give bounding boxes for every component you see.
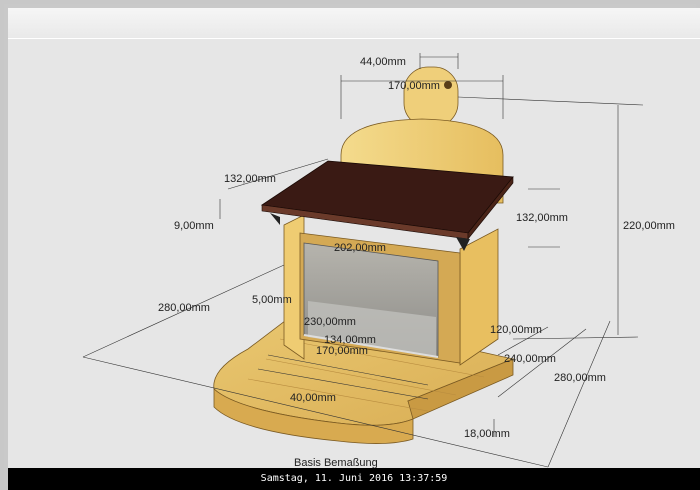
dim-side-240: 240,00mm: [504, 353, 556, 365]
dim-floor-width: 230,00mm: [304, 316, 356, 328]
dim-back-width: 170,00mm: [388, 80, 440, 92]
dim-front-width: 170,00mm: [316, 345, 368, 357]
dim-roof-thickness: 9,00mm: [174, 220, 214, 232]
dim-glass-offset: 5,00mm: [252, 294, 292, 306]
3d-model-viewport[interactable]: 44,00mm 170,00mm 220,00mm 132,00mm 132,0…: [8, 38, 700, 469]
top-toolbar: [8, 8, 700, 38]
dim-hole-width: 44,00mm: [360, 56, 406, 68]
status-bar: Samstag, 11. Juni 2016 13:37:59: [8, 468, 700, 490]
dim-inner-width: 202,00mm: [334, 242, 386, 254]
dim-side-280: 280,00mm: [554, 372, 606, 384]
dim-roof-depth-left: 132,00mm: [224, 173, 276, 185]
dim-base-depth-left: 280,00mm: [158, 302, 210, 314]
status-datetime: Samstag, 11. Juni 2016 13:37:59: [260, 473, 448, 484]
dim-roof-depth-right: 132,00mm: [516, 212, 568, 224]
dim-front-radius: 40,00mm: [290, 392, 336, 404]
app-window: 44,00mm 170,00mm 220,00mm 132,00mm 132,0…: [0, 0, 700, 490]
dim-height: 220,00mm: [623, 220, 675, 232]
dim-side-120: 120,00mm: [490, 324, 542, 336]
dim-base-thickness: 18,00mm: [464, 428, 510, 440]
model-drawing[interactable]: 44,00mm 170,00mm 220,00mm 132,00mm 132,0…: [8, 39, 700, 469]
